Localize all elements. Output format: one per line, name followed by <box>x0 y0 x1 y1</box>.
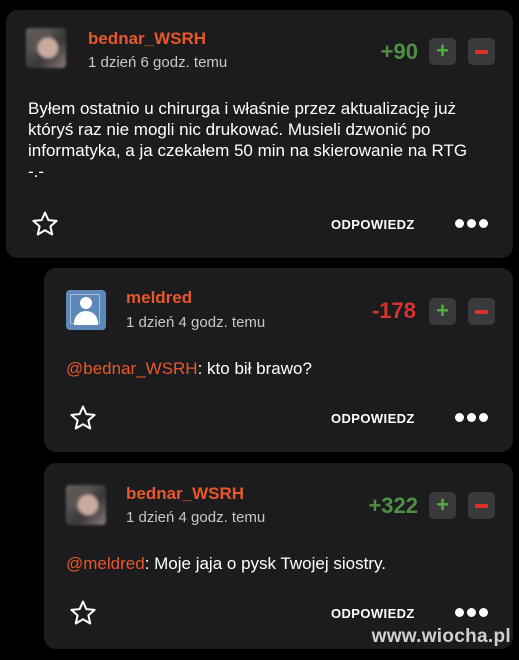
comment-text: @meldred: Moje jaja o pysk Twojej siostr… <box>66 553 486 574</box>
minus-icon <box>475 309 488 314</box>
reply-button[interactable]: ODPOWIEDZ <box>331 606 415 621</box>
plus-icon: + <box>436 298 449 323</box>
more-options-icon[interactable] <box>455 413 488 422</box>
minus-icon <box>475 49 488 54</box>
comment-text: @bednar_WSRH: kto bił brawo? <box>66 358 486 379</box>
avatar[interactable] <box>26 28 66 68</box>
downvote-button[interactable] <box>468 298 495 325</box>
comment-score: +90 <box>380 39 418 64</box>
more-options-icon[interactable] <box>455 608 488 617</box>
reply-button[interactable]: ODPOWIEDZ <box>331 217 415 232</box>
downvote-button[interactable] <box>468 38 495 65</box>
avatar-head <box>80 297 92 309</box>
avatar[interactable] <box>66 290 106 330</box>
star-icon[interactable] <box>68 403 98 433</box>
more-options-icon[interactable] <box>455 219 488 228</box>
comment-score: -178 <box>371 298 416 323</box>
comment-text: Byłem ostatnio u chirurga i właśnie prze… <box>28 99 468 181</box>
comment-timestamp: 1 dzień 6 godz. temu <box>88 54 228 71</box>
comment-card: bednar_WSRH 1 dzień 4 godz. temu +322 + … <box>44 463 513 649</box>
comment-timestamp: 1 dzień 4 godz. temu <box>126 314 266 331</box>
site-watermark: www.wiocha.pl <box>371 626 511 647</box>
comment-body: : Moje jaja o pysk Twojej siostry. <box>144 554 386 573</box>
comment-score: +322 <box>368 493 418 518</box>
comment-card: bednar_WSRH 1 dzień 6 godz. temu +90 + B… <box>6 10 513 258</box>
avatar[interactable] <box>66 485 106 525</box>
upvote-button[interactable]: + <box>429 38 456 65</box>
downvote-button[interactable] <box>468 492 495 519</box>
comment-username[interactable]: bednar_WSRH <box>88 29 206 49</box>
comment-username[interactable]: bednar_WSRH <box>126 484 244 504</box>
star-icon[interactable] <box>30 209 60 239</box>
minus-icon <box>475 503 488 508</box>
mention-link[interactable]: @bednar_WSRH <box>66 359 198 378</box>
upvote-button[interactable]: + <box>429 298 456 325</box>
comment-timestamp: 1 dzień 4 godz. temu <box>126 509 266 526</box>
plus-icon: + <box>436 492 449 517</box>
star-icon[interactable] <box>68 598 98 628</box>
comment-username[interactable]: meldred <box>126 288 192 308</box>
plus-icon: + <box>436 38 449 63</box>
reply-button[interactable]: ODPOWIEDZ <box>331 411 415 426</box>
comment-body: : kto bił brawo? <box>197 359 312 378</box>
comment-card: meldred 1 dzień 4 godz. temu -178 + @bed… <box>44 268 513 452</box>
upvote-button[interactable]: + <box>429 492 456 519</box>
mention-link[interactable]: @meldred <box>66 554 145 573</box>
